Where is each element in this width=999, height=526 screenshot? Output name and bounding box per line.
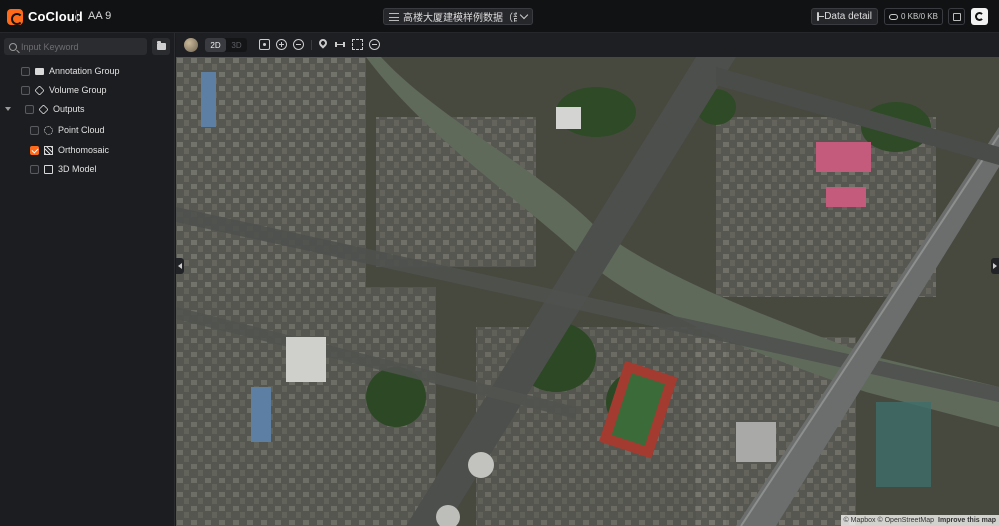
tree-item-3d-model[interactable]: 3D Model (30, 161, 97, 177)
list-icon (389, 12, 399, 21)
translate-icon (952, 12, 961, 21)
mode-3d-button[interactable]: 3D (226, 38, 247, 52)
pin-icon[interactable] (317, 37, 329, 49)
tree-item-orthomosaic[interactable]: Orthomosaic (30, 142, 109, 158)
checkbox[interactable] (21, 66, 30, 76)
map-canvas[interactable] (176, 57, 999, 526)
folder-icon (35, 68, 44, 75)
checkbox[interactable] (21, 85, 30, 95)
view-mode-toggle[interactable]: 2D 3D (205, 38, 247, 52)
improve-map-link[interactable]: Improve this map (938, 517, 996, 524)
tree-item-label: Outputs (53, 104, 85, 114)
tree-item-label: Annotation Group (49, 66, 120, 76)
map-attribution: © Mapbox © OpenStreetMap Improve this ma… (840, 515, 999, 526)
dataset-selector[interactable]: 高楼大厦建模样例数据（部... (383, 8, 533, 25)
top-header: CoCloud AA 9 高楼大厦建模样例数据（部... Data detail… (0, 0, 999, 33)
tree-item-label: Orthomosaic (58, 145, 110, 155)
orthomosaic-icon (44, 145, 53, 155)
tree-item-label: Point Cloud (58, 125, 105, 135)
cloud-icon (889, 13, 898, 20)
header-divider (76, 10, 77, 23)
zoom-in-icon[interactable] (276, 39, 287, 50)
mode-2d-button[interactable]: 2D (205, 38, 226, 52)
caret-down-icon[interactable] (5, 107, 11, 111)
cube-icon (34, 84, 45, 96)
collapse-sidebar-button[interactable] (176, 258, 184, 274)
orthomosaic-image (176, 57, 999, 526)
document-icon (817, 12, 825, 21)
attribution-text[interactable]: © Mapbox © OpenStreetMap (844, 517, 934, 524)
dataset-title: 高楼大厦建模样例数据（部... (403, 13, 517, 24)
toolbar-divider (311, 40, 312, 50)
model-icon (44, 164, 53, 174)
data-detail-button[interactable]: Data detail (811, 8, 878, 25)
checkbox[interactable] (25, 104, 34, 114)
brand-logo[interactable]: CoCloud (7, 7, 83, 26)
search-input[interactable] (21, 41, 141, 52)
folder-add-icon (156, 41, 166, 50)
layer-sidebar: Annotation Group Volume Group Outputs Po… (0, 33, 175, 526)
locate-icon[interactable] (259, 39, 270, 50)
transfer-speed-text: 0 KB/0 KB (901, 12, 938, 21)
tree-item-volume-group[interactable]: Volume Group (21, 82, 107, 98)
point-cloud-icon (44, 125, 53, 135)
project-name: AA 9 (88, 10, 112, 22)
basemap-globe-icon[interactable] (184, 38, 198, 52)
transfer-speed-indicator: 0 KB/0 KB (884, 8, 943, 25)
tree-item-label: Volume Group (49, 85, 107, 95)
map-toolbar: 2D 3D (176, 33, 999, 57)
checkbox[interactable] (30, 164, 39, 174)
translate-button[interactable] (948, 8, 965, 25)
measure-area-icon[interactable] (352, 39, 363, 50)
chevron-down-icon (519, 10, 529, 20)
expand-right-panel-button[interactable] (991, 258, 999, 274)
search-box[interactable] (4, 38, 147, 55)
tree-item-point-cloud[interactable]: Point Cloud (30, 122, 105, 138)
tree-item-annotation-group[interactable]: Annotation Group (21, 63, 120, 79)
user-avatar[interactable] (971, 8, 988, 25)
zoom-out-icon[interactable] (293, 39, 304, 50)
cube-icon (38, 103, 49, 115)
add-folder-button[interactable] (152, 38, 170, 55)
search-icon (9, 42, 17, 51)
measure-line-icon[interactable] (335, 42, 345, 47)
tree-item-label: 3D Model (58, 164, 97, 174)
cocloud-logo-icon (7, 8, 23, 25)
brand-name: CoCloud (28, 9, 83, 24)
avatar-logo-icon (975, 12, 984, 21)
data-detail-label: Data detail (824, 11, 872, 22)
clear-icon[interactable] (369, 39, 380, 50)
checkbox[interactable] (30, 125, 39, 135)
tree-item-outputs[interactable]: Outputs (5, 101, 85, 117)
checkbox-checked[interactable] (30, 145, 39, 155)
